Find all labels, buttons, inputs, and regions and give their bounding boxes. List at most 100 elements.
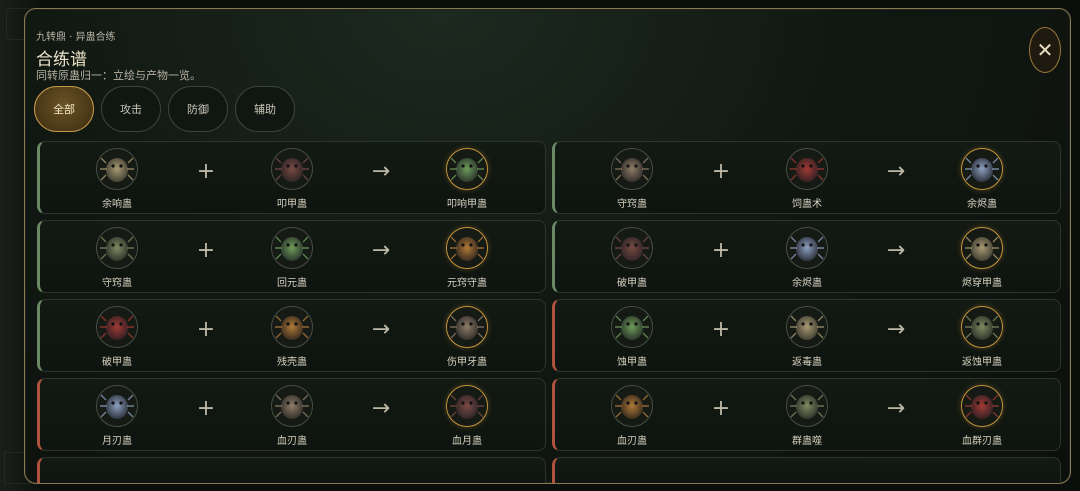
gu-name: 余烬蛊 xyxy=(792,278,822,289)
plus-icon: + xyxy=(196,159,216,184)
ingredient-gu-icon xyxy=(786,227,828,269)
plus-icon: + xyxy=(711,159,731,184)
gu-name: 血月蛊 xyxy=(452,436,482,447)
result-gu-icon xyxy=(446,306,488,348)
ingredient-gu-icon xyxy=(611,385,653,427)
recipe-ingredient[interactable]: 余响蛊 xyxy=(72,148,162,210)
ingredient-gu-icon xyxy=(611,306,653,348)
recipe-ingredient[interactable]: 叩甲蛊 xyxy=(247,148,337,210)
gu-name: 饲蛊术 xyxy=(792,199,822,210)
ingredient-gu-icon xyxy=(271,385,313,427)
recipe-result[interactable]: 余烬蛊 xyxy=(937,148,1027,210)
result-gu-icon xyxy=(446,148,488,190)
gu-name: 血刃蛊 xyxy=(277,436,307,447)
ingredient-gu-icon xyxy=(611,148,653,190)
gu-name: 余响蛊 xyxy=(102,199,132,210)
gu-name: 伤甲牙蛊 xyxy=(447,357,487,368)
ingredient-gu-icon xyxy=(786,385,828,427)
arrow-right-icon: → xyxy=(371,317,391,342)
recipe-card[interactable]: 守窍蛊 + 饲蛊术 → 余烬蛊 xyxy=(552,141,1061,214)
result-gu-icon xyxy=(961,148,1003,190)
recipe-ingredient[interactable]: 血刃蛊 xyxy=(247,385,337,447)
recipe-result[interactable]: 叩响甲蛊 xyxy=(422,148,512,210)
gu-name: 返毒蛊 xyxy=(792,357,822,368)
gu-name: 破甲蛊 xyxy=(617,278,647,289)
page-subtitle: 同转原蛊归一：立绘与产物一览。 xyxy=(36,69,201,82)
recipe-ingredient[interactable]: 血刃蛊 xyxy=(587,385,677,447)
recipe-ingredient[interactable]: 蚀甲蛊 xyxy=(587,306,677,368)
gu-name: 残壳蛊 xyxy=(277,357,307,368)
gu-name: 血群刃蛊 xyxy=(962,436,1002,447)
plus-icon: + xyxy=(196,317,216,342)
arrow-right-icon: → xyxy=(371,396,391,421)
close-button[interactable]: ✕ xyxy=(1029,27,1061,73)
recipe-ingredient[interactable]: 残壳蛊 xyxy=(247,306,337,368)
recipe-card[interactable]: 余响蛊 + 叩甲蛊 → 叩响甲蛊 xyxy=(37,141,546,214)
recipe-ingredient[interactable]: 饲蛊术 xyxy=(762,148,852,210)
close-icon: ✕ xyxy=(1036,38,1054,62)
recipe-panel: 九转鼎 · 异蛊合练 合练谱 同转原蛊归一：立绘与产物一览。 ✕ 全部 攻击 防… xyxy=(24,8,1071,484)
recipe-ingredient[interactable]: 回元蛊 xyxy=(247,227,337,289)
plus-icon: + xyxy=(711,238,731,263)
recipe-result[interactable]: 血月蛊 xyxy=(422,385,512,447)
gu-name: 守窍蛊 xyxy=(102,278,132,289)
tab-attack[interactable]: 攻击 xyxy=(101,86,161,132)
ingredient-gu-icon xyxy=(611,227,653,269)
recipe-ingredient[interactable]: 返毒蛊 xyxy=(762,306,852,368)
result-gu-icon xyxy=(446,227,488,269)
ingredient-gu-icon xyxy=(96,306,138,348)
recipe-card[interactable]: 月刃蛊 + 血刃蛊 → 血月蛊 xyxy=(37,378,546,451)
result-gu-icon xyxy=(446,385,488,427)
recipe-ingredient[interactable]: 余烬蛊 xyxy=(762,227,852,289)
ingredient-gu-icon xyxy=(786,306,828,348)
ingredient-gu-icon xyxy=(271,148,313,190)
arrow-right-icon: → xyxy=(371,159,391,184)
recipe-ingredient[interactable]: 破甲蛊 xyxy=(72,306,162,368)
gu-name: 月刃蛊 xyxy=(102,436,132,447)
ingredient-gu-icon xyxy=(786,148,828,190)
recipe-grid: 余响蛊 + 叩甲蛊 → 叩响甲蛊 守窍蛊 + 饲蛊术 → 余烬蛊 守窍蛊 + 回元蛊 → 元窍守蛊 破甲蛊 + 余… xyxy=(37,141,1061,483)
recipe-ingredient[interactable]: 月刃蛊 xyxy=(72,385,162,447)
plus-icon: + xyxy=(711,396,731,421)
recipe-card-partial[interactable] xyxy=(37,457,546,483)
ingredient-gu-icon xyxy=(96,227,138,269)
recipe-ingredient[interactable]: 守窍蛊 xyxy=(72,227,162,289)
result-gu-icon xyxy=(961,227,1003,269)
gu-name: 血刃蛊 xyxy=(617,436,647,447)
result-gu-icon xyxy=(961,385,1003,427)
tab-defense[interactable]: 防御 xyxy=(168,86,228,132)
plus-icon: + xyxy=(711,317,731,342)
ingredient-gu-icon xyxy=(271,306,313,348)
gu-name: 群蛊噬 xyxy=(792,436,822,447)
result-gu-icon xyxy=(961,306,1003,348)
recipe-ingredient[interactable]: 守窍蛊 xyxy=(587,148,677,210)
plus-icon: + xyxy=(196,396,216,421)
recipe-card[interactable]: 破甲蛊 + 余烬蛊 → 烬穿甲蛊 xyxy=(552,220,1061,293)
recipe-ingredient[interactable]: 群蛊噬 xyxy=(762,385,852,447)
recipe-result[interactable]: 伤甲牙蛊 xyxy=(422,306,512,368)
recipe-result[interactable]: 烬穿甲蛊 xyxy=(937,227,1027,289)
gu-name: 蚀甲蛊 xyxy=(617,357,647,368)
arrow-right-icon: → xyxy=(371,238,391,263)
recipe-card[interactable]: 蚀甲蛊 + 返毒蛊 → 返蚀甲蛊 xyxy=(552,299,1061,372)
gu-name: 守窍蛊 xyxy=(617,199,647,210)
recipe-card[interactable]: 破甲蛊 + 残壳蛊 → 伤甲牙蛊 xyxy=(37,299,546,372)
tab-all[interactable]: 全部 xyxy=(34,86,94,132)
arrow-right-icon: → xyxy=(886,317,906,342)
arrow-right-icon: → xyxy=(886,159,906,184)
breadcrumb: 九转鼎 · 异蛊合练 xyxy=(36,32,116,43)
plus-icon: + xyxy=(196,238,216,263)
recipe-result[interactable]: 血群刃蛊 xyxy=(937,385,1027,447)
recipe-card[interactable]: 血刃蛊 + 群蛊噬 → 血群刃蛊 xyxy=(552,378,1061,451)
recipe-card[interactable]: 守窍蛊 + 回元蛊 → 元窍守蛊 xyxy=(37,220,546,293)
recipe-result[interactable]: 元窍守蛊 xyxy=(422,227,512,289)
arrow-right-icon: → xyxy=(886,238,906,263)
tab-support[interactable]: 辅助 xyxy=(235,86,295,132)
recipe-card-partial[interactable] xyxy=(552,457,1061,483)
filter-tabs: 全部 攻击 防御 辅助 xyxy=(34,86,295,132)
ingredient-gu-icon xyxy=(271,227,313,269)
recipe-ingredient[interactable]: 破甲蛊 xyxy=(587,227,677,289)
recipe-result[interactable]: 返蚀甲蛊 xyxy=(937,306,1027,368)
gu-name: 叩响甲蛊 xyxy=(447,199,487,210)
gu-name: 烬穿甲蛊 xyxy=(962,278,1002,289)
